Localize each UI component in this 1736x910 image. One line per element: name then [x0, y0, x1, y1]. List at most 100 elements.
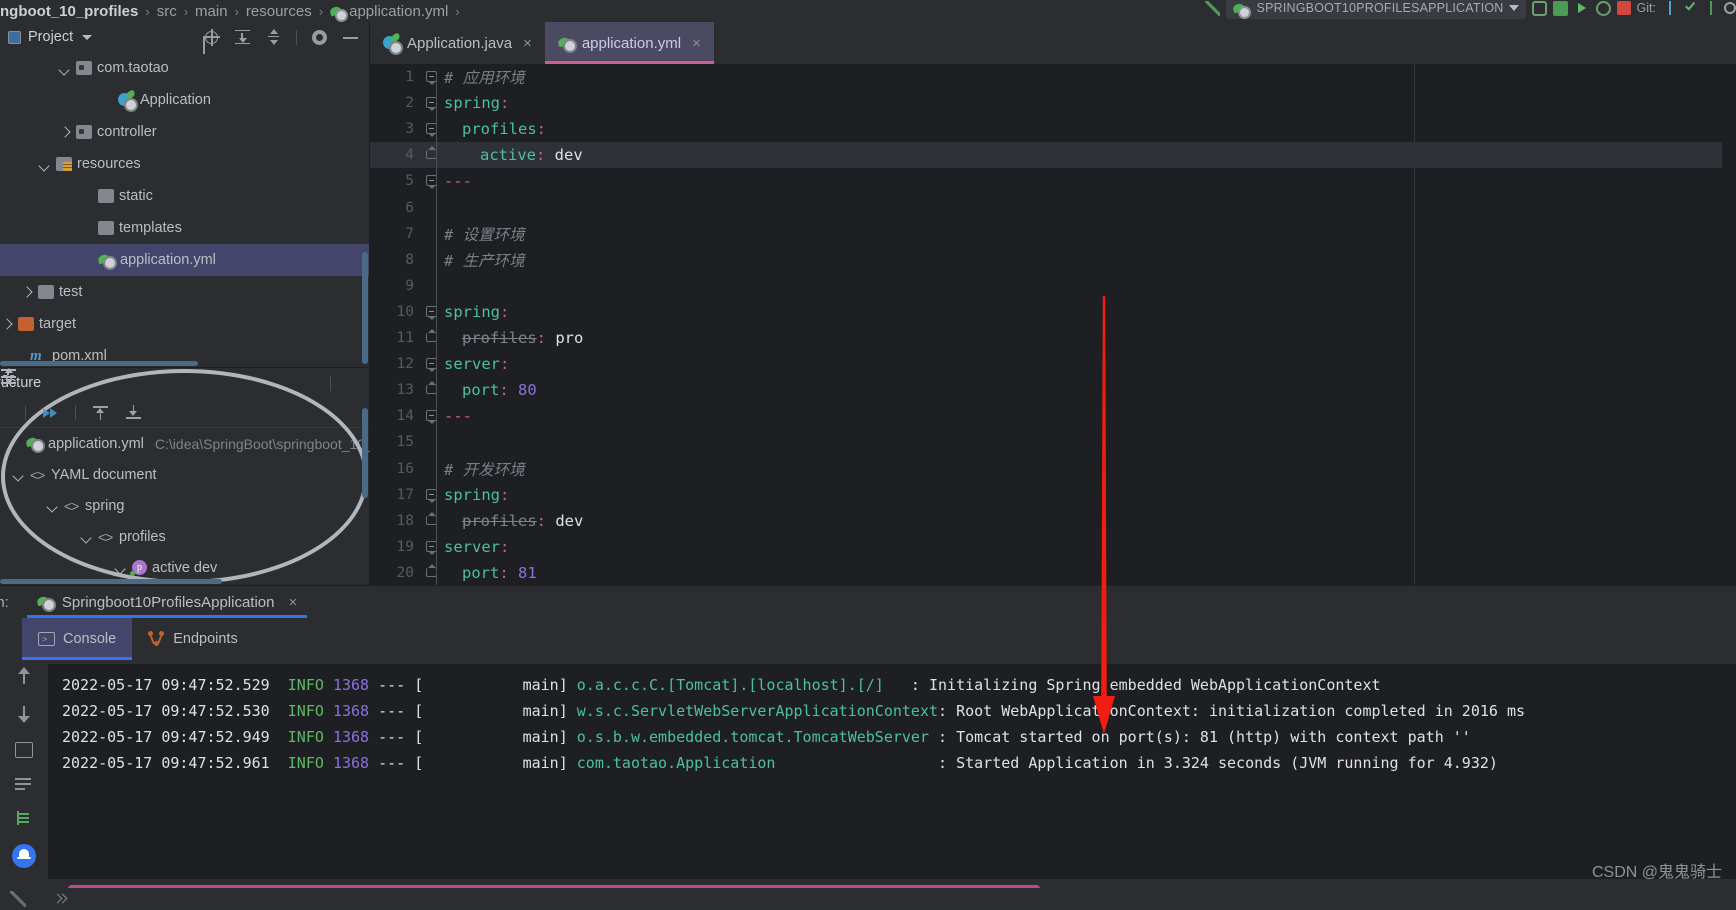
editor-scrollbar[interactable] [1722, 64, 1736, 585]
fold-start-icon[interactable] [422, 299, 444, 325]
chevrons-icon[interactable] [52, 891, 68, 907]
run-configuration-selector[interactable]: SPRINGBOOT10PROFILESAPPLICATION [1225, 0, 1526, 19]
chevron-right-icon[interactable] [0, 318, 13, 331]
git-branch-icon[interactable] [10, 891, 26, 907]
project-tree-item[interactable]: resources [0, 148, 369, 180]
chevron-down-icon[interactable] [80, 530, 93, 543]
expand-all-icon[interactable] [234, 29, 251, 46]
gear-icon[interactable] [311, 29, 328, 46]
collapse-all-icon[interactable] [265, 28, 282, 46]
code-line[interactable]: 17 spring: [370, 482, 1736, 508]
debug-icon[interactable] [1552, 0, 1568, 16]
fold-start-icon[interactable] [422, 168, 444, 194]
code-line[interactable]: 3 profiles: [370, 116, 1736, 142]
git-update-icon[interactable] [1662, 0, 1677, 16]
git-branch-icon[interactable] [1204, 0, 1220, 16]
run-icon[interactable] [1574, 0, 1590, 16]
fold-start-icon[interactable] [422, 90, 444, 116]
chevron-right-icon[interactable] [20, 286, 33, 299]
build-icon[interactable] [1531, 0, 1547, 16]
fold-end-icon[interactable] [422, 142, 444, 168]
breadcrumb-item-main[interactable]: main [195, 3, 228, 20]
fast-forward-icon[interactable] [42, 404, 59, 421]
code-line[interactable]: 19 server: [370, 534, 1736, 560]
code-line[interactable]: 4 active: dev [370, 142, 1736, 169]
close-icon[interactable]: × [692, 35, 701, 52]
code-line[interactable]: 1 # 应用环境 [370, 64, 1736, 90]
git-push-icon[interactable] [1703, 0, 1718, 16]
fold-start-icon[interactable] [422, 403, 444, 429]
project-tree-item[interactable]: com.taotao [0, 52, 369, 84]
fold-end-icon[interactable] [422, 508, 444, 534]
code-line[interactable]: 14 --- [370, 403, 1736, 429]
close-icon[interactable]: × [523, 35, 532, 52]
hide-icon[interactable] [342, 29, 359, 46]
run-with-coverage-icon[interactable] [1595, 0, 1611, 16]
project-tree-item[interactable]: controller [0, 116, 369, 148]
project-tree-item[interactable]: target [0, 308, 369, 340]
editor-tab[interactable]: application.yml × [544, 22, 714, 64]
stop-icon[interactable] [1616, 1, 1631, 15]
fold-end-icon[interactable] [422, 560, 444, 586]
chevron-down-icon[interactable] [114, 561, 127, 574]
fold-start-icon[interactable] [422, 482, 444, 508]
sort-alphabetically-icon[interactable]: az [0, 404, 9, 421]
chevron-down-icon[interactable] [38, 158, 51, 171]
fold-end-icon[interactable] [422, 377, 444, 403]
close-icon[interactable]: × [289, 594, 298, 611]
structure-panel-horizontal-scrollbar[interactable] [0, 578, 370, 585]
chevron-down-icon[interactable] [46, 499, 59, 512]
structure-panel-vertical-scrollbar[interactable] [362, 408, 368, 498]
search-icon[interactable] [1724, 2, 1736, 14]
breadcrumb-item-src[interactable]: src [157, 3, 177, 20]
code-line[interactable]: 13 port: 80 [370, 377, 1736, 403]
chevron-down-icon[interactable] [12, 468, 25, 481]
wrap-text-icon[interactable] [15, 776, 33, 792]
code-line[interactable]: 2 spring: [370, 90, 1736, 116]
project-tree-item[interactable]: static [0, 180, 369, 212]
code-line[interactable]: 20 port: 81 [370, 560, 1736, 586]
code-line[interactable]: 9 [370, 273, 1736, 299]
code-line[interactable]: 10 spring: [370, 299, 1736, 325]
move-up-icon[interactable] [92, 404, 109, 421]
project-panel-vertical-scrollbar[interactable] [362, 252, 368, 364]
code-line[interactable]: 12 server: [370, 351, 1736, 377]
breadcrumb-item-file[interactable]: application.yml [349, 3, 448, 20]
run-subtab[interactable]: Endpoints [132, 618, 254, 660]
scroll-up-icon[interactable] [14, 666, 34, 686]
console-output[interactable]: 2022-05-17 09:47:52.529 INFO 1368 --- [ … [48, 664, 1736, 879]
scroll-down-icon[interactable] [14, 704, 34, 724]
fold-start-icon[interactable] [422, 351, 444, 377]
project-title-group[interactable]: Project [8, 29, 93, 45]
notifications-icon[interactable] [12, 844, 36, 868]
code-editor[interactable]: 1 # 应用环境 2 spring: 3 profiles: 4 active: dev 5 --… [370, 64, 1736, 586]
code-line[interactable]: 5 --- [370, 168, 1736, 194]
chevron-down-icon[interactable] [58, 62, 71, 75]
breadcrumb-item-project[interactable]: ngboot_10_profiles [0, 3, 138, 20]
fold-start-icon[interactable] [422, 64, 444, 90]
git-commit-icon[interactable] [1683, 1, 1697, 15]
move-down-icon[interactable] [125, 404, 142, 421]
project-tree-item[interactable]: test [0, 276, 369, 308]
code-line[interactable]: 6 [370, 195, 1736, 221]
code-line[interactable]: 15 [370, 429, 1736, 455]
project-panel-horizontal-scrollbar[interactable] [0, 360, 370, 367]
project-tree-item[interactable]: templates [0, 212, 369, 244]
project-tree-item[interactable]: application.yml [0, 244, 369, 276]
breadcrumb-item-resources[interactable]: resources [246, 3, 312, 20]
soft-wrap-icon[interactable] [15, 742, 33, 758]
code-line[interactable]: 16 # 开发环境 [370, 456, 1736, 482]
run-subtab[interactable]: Console [22, 618, 133, 660]
clear-all-icon[interactable] [15, 810, 33, 826]
chevron-right-icon[interactable] [58, 126, 71, 139]
locate-icon[interactable] [203, 28, 220, 46]
code-line[interactable]: 11 profiles: pro [370, 325, 1736, 351]
code-line[interactable]: 18 profiles: dev [370, 508, 1736, 534]
fold-start-icon[interactable] [422, 534, 444, 560]
project-tree-item[interactable]: Application [0, 84, 369, 116]
code-line[interactable]: 7 # 设置环境 [370, 221, 1736, 247]
scrollbar-thumb[interactable] [0, 361, 198, 366]
editor-tab[interactable]: Application.java × [370, 22, 545, 64]
scrollbar-thumb[interactable] [0, 579, 222, 584]
fold-end-icon[interactable] [422, 325, 444, 351]
